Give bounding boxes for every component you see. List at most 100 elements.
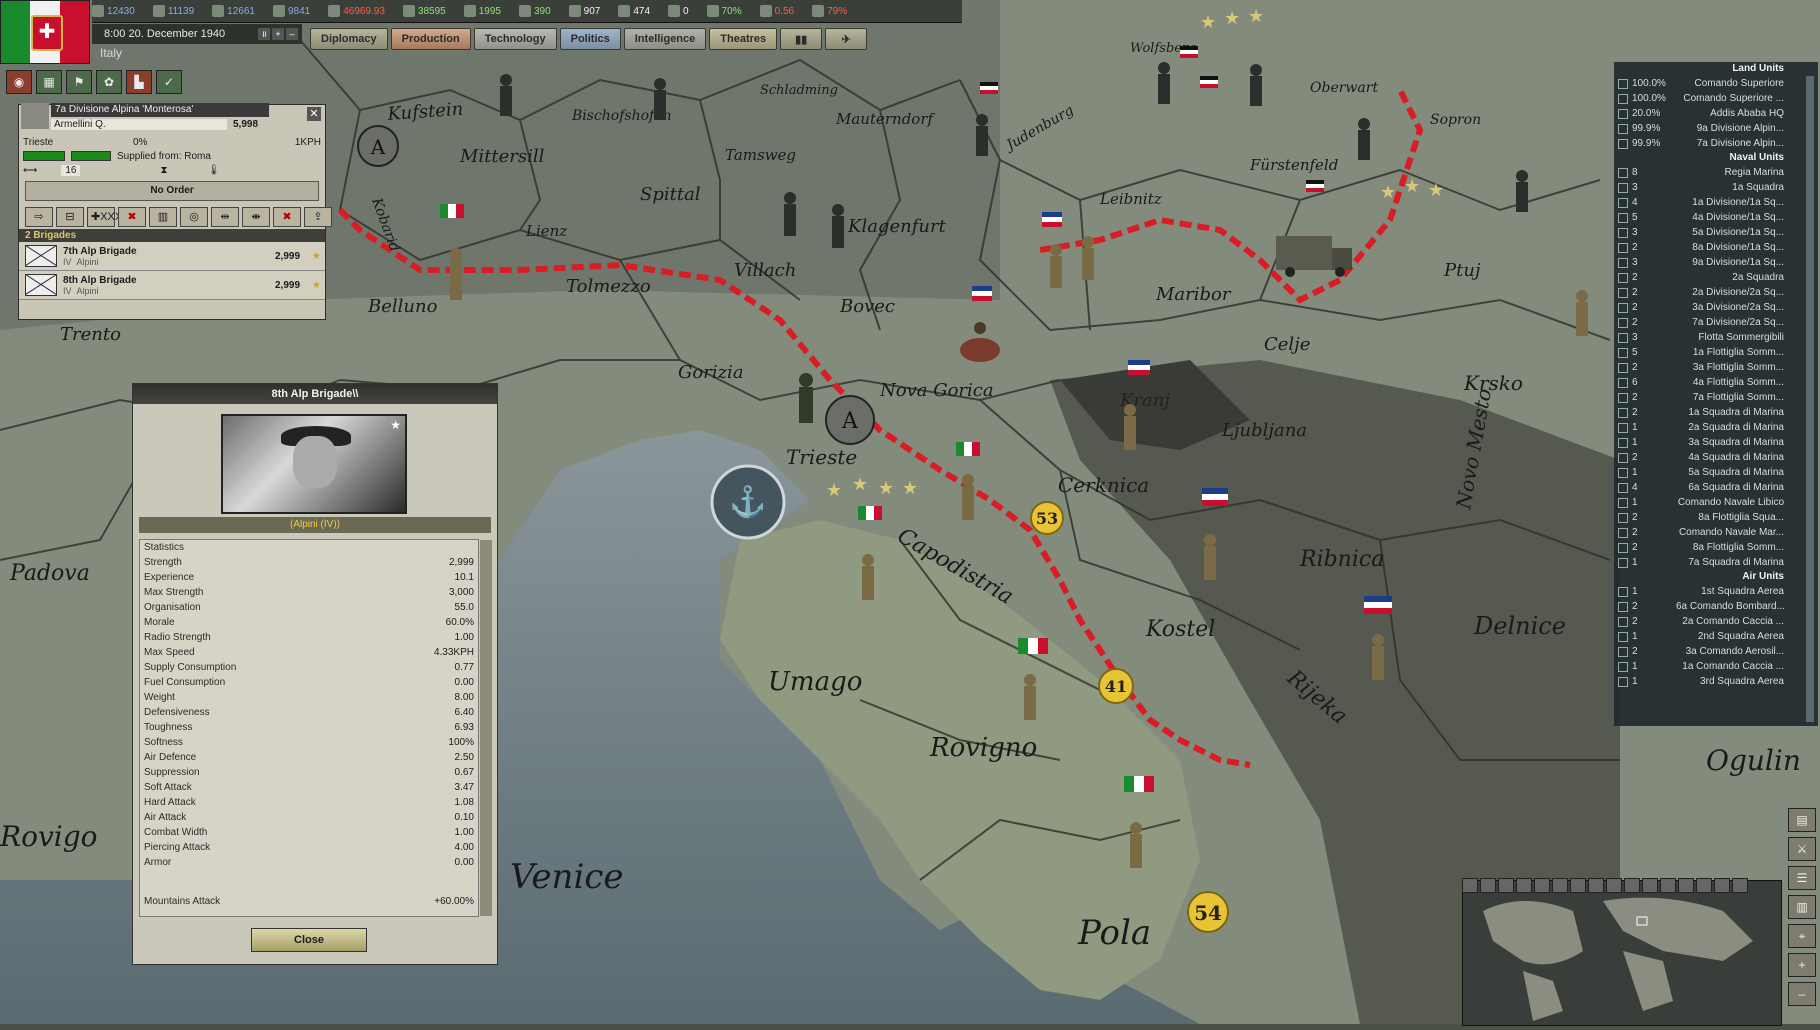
- split-button[interactable]: ⇹: [211, 207, 239, 227]
- naval-unit-row[interactable]: 6 4a Flottiglia Somm...: [1614, 375, 1818, 390]
- minimap-tool-icon[interactable]: [1642, 878, 1658, 893]
- naval-unit-row[interactable]: 3 5a Divisione/1a Sq...: [1614, 225, 1818, 240]
- select-checkbox[interactable]: [1618, 79, 1628, 89]
- naval-unit-row[interactable]: 3 1a Squadra: [1614, 180, 1818, 195]
- book-icon[interactable]: ▥: [1788, 895, 1816, 919]
- naval-unit-row[interactable]: 4 1a Divisione/1a Sq...: [1614, 195, 1818, 210]
- reorganize-button[interactable]: ▥: [149, 207, 177, 227]
- naval-unit-row[interactable]: 1 3a Squadra di Marina: [1614, 435, 1818, 450]
- move-order-button[interactable]: ⇨: [25, 207, 53, 227]
- province-badge[interactable]: 41: [1098, 668, 1134, 704]
- select-checkbox[interactable]: [1618, 602, 1628, 612]
- stats-scrollbar[interactable]: [480, 540, 492, 916]
- resource-item[interactable]: 9841: [272, 5, 310, 17]
- select-checkbox[interactable]: [1618, 677, 1628, 687]
- minimap-tool-icon[interactable]: [1606, 878, 1622, 893]
- select-checkbox[interactable]: [1618, 273, 1628, 283]
- air-unit-row[interactable]: 1 2nd Squadra Aerea: [1614, 629, 1818, 644]
- select-checkbox[interactable]: [1618, 318, 1628, 328]
- select-checkbox[interactable]: [1618, 408, 1628, 418]
- merge-button[interactable]: ⇼: [242, 207, 270, 227]
- land-unit-row[interactable]: 99.9% 9a Divisione Alpin...: [1614, 121, 1818, 136]
- resource-item[interactable]: 38595: [402, 5, 446, 17]
- resource-item[interactable]: 0: [668, 5, 689, 17]
- minimap-tool-icon[interactable]: [1732, 878, 1748, 893]
- naval-unit-row[interactable]: 2 3a Flottiglia Somm...: [1614, 360, 1818, 375]
- select-checkbox[interactable]: [1618, 258, 1628, 268]
- minimap-tool-icon[interactable]: [1534, 878, 1550, 893]
- select-checkbox[interactable]: [1618, 168, 1628, 178]
- map-mode-industry-icon[interactable]: ▙: [126, 70, 152, 94]
- select-checkbox[interactable]: [1618, 543, 1628, 553]
- select-checkbox[interactable]: [1618, 213, 1628, 223]
- tab-politics[interactable]: Politics: [559, 28, 621, 50]
- select-checkbox[interactable]: [1618, 288, 1628, 298]
- land-unit-row[interactable]: 20.0% Addis Ababa HQ: [1614, 106, 1818, 121]
- map-mode-diplomatic-icon[interactable]: ✓: [156, 70, 182, 94]
- pause-button[interactable]: ॥: [258, 28, 270, 40]
- resource-item[interactable]: 12430: [92, 5, 135, 17]
- minimap-tool-icon[interactable]: [1480, 878, 1496, 893]
- resource-item[interactable]: 46969.93: [328, 5, 385, 17]
- leader-portrait[interactable]: [21, 103, 49, 129]
- order-status[interactable]: No Order: [25, 181, 319, 201]
- delete-button[interactable]: ✖: [273, 207, 301, 227]
- upgrade-button[interactable]: ⇪: [304, 207, 332, 227]
- close-icon[interactable]: ✕: [307, 107, 321, 121]
- select-checkbox[interactable]: [1618, 617, 1628, 627]
- tab-technology[interactable]: Technology: [473, 28, 557, 50]
- minimap-tool-icon[interactable]: [1660, 878, 1676, 893]
- select-checkbox[interactable]: [1618, 124, 1628, 134]
- naval-unit-row[interactable]: 2 8a Divisione/1a Sq...: [1614, 240, 1818, 255]
- zoom-out-icon[interactable]: –: [1788, 982, 1816, 1006]
- land-unit-row[interactable]: 100.0% Comando Superiore ...: [1614, 91, 1818, 106]
- unit-location[interactable]: Trieste: [23, 137, 133, 148]
- tab-diplomacy[interactable]: Diplomacy: [310, 28, 388, 50]
- naval-unit-row[interactable]: 3 9a Divisione/1a Sq...: [1614, 255, 1818, 270]
- naval-unit-row[interactable]: 5 1a Flottiglia Somm...: [1614, 345, 1818, 360]
- minimap-tool-icon[interactable]: [1624, 878, 1640, 893]
- select-checkbox[interactable]: [1618, 513, 1628, 523]
- naval-unit-row[interactable]: 2 Comando Navale Mar...: [1614, 525, 1818, 540]
- land-unit-row[interactable]: 100.0% Comando Superiore: [1614, 76, 1818, 91]
- country-flag[interactable]: ✚: [0, 0, 90, 64]
- naval-unit-row[interactable]: 1 2a Squadra di Marina: [1614, 420, 1818, 435]
- unit-list-scrollbar[interactable]: [1806, 76, 1814, 722]
- select-checkbox[interactable]: [1618, 94, 1628, 104]
- ledger-icon[interactable]: ▤: [1788, 808, 1816, 832]
- naval-unit-row[interactable]: 2 7a Divisione/2a Sq...: [1614, 315, 1818, 330]
- minimap-tool-icon[interactable]: [1516, 878, 1532, 893]
- select-checkbox[interactable]: [1618, 198, 1628, 208]
- target-button[interactable]: ◎: [180, 207, 208, 227]
- air-unit-row[interactable]: 1 3rd Squadra Aerea: [1614, 674, 1818, 689]
- resource-item[interactable]: 79%: [812, 5, 847, 17]
- select-checkbox[interactable]: [1618, 662, 1628, 672]
- naval-unit-row[interactable]: 2 4a Squadra di Marina: [1614, 450, 1818, 465]
- brigade-row[interactable]: 7th Alp Brigade IV Alpini 2,999 ★: [19, 242, 325, 271]
- minimap-tool-icon[interactable]: [1462, 878, 1478, 893]
- naval-unit-row[interactable]: 1 Comando Navale Libico: [1614, 495, 1818, 510]
- minimap-tool-icon[interactable]: [1552, 878, 1568, 893]
- select-checkbox[interactable]: [1618, 647, 1628, 657]
- tab-intelligence[interactable]: Intelligence: [623, 28, 707, 50]
- naval-unit-row[interactable]: 1 5a Squadra di Marina: [1614, 465, 1818, 480]
- resource-item[interactable]: 70%: [706, 5, 742, 17]
- map-mode-terrain-icon[interactable]: ◉: [6, 70, 32, 94]
- select-checkbox[interactable]: [1618, 183, 1628, 193]
- naval-unit-row[interactable]: 2 3a Divisione/2a Sq...: [1614, 300, 1818, 315]
- select-checkbox[interactable]: [1618, 228, 1628, 238]
- select-checkbox[interactable]: [1618, 438, 1628, 448]
- outliner-icon[interactable]: ☰: [1788, 866, 1816, 890]
- resource-item[interactable]: 12661: [212, 5, 255, 17]
- disband-button[interactable]: ✖: [118, 207, 146, 227]
- select-checkbox[interactable]: [1618, 348, 1628, 358]
- select-checkbox[interactable]: [1618, 303, 1628, 313]
- map-mode-resource-icon[interactable]: ✿: [96, 70, 122, 94]
- air-unit-row[interactable]: 1 1a Comando Caccia ...: [1614, 659, 1818, 674]
- minimap-tool-icon[interactable]: [1678, 878, 1694, 893]
- minimap-tool-icon[interactable]: [1498, 878, 1514, 893]
- minimap-tool-icon[interactable]: [1588, 878, 1604, 893]
- slow-down-button[interactable]: –: [286, 28, 298, 40]
- land-unit-row[interactable]: 99.9% 7a Divisione Alpin...: [1614, 136, 1818, 151]
- attach-button[interactable]: ⊟: [56, 207, 84, 227]
